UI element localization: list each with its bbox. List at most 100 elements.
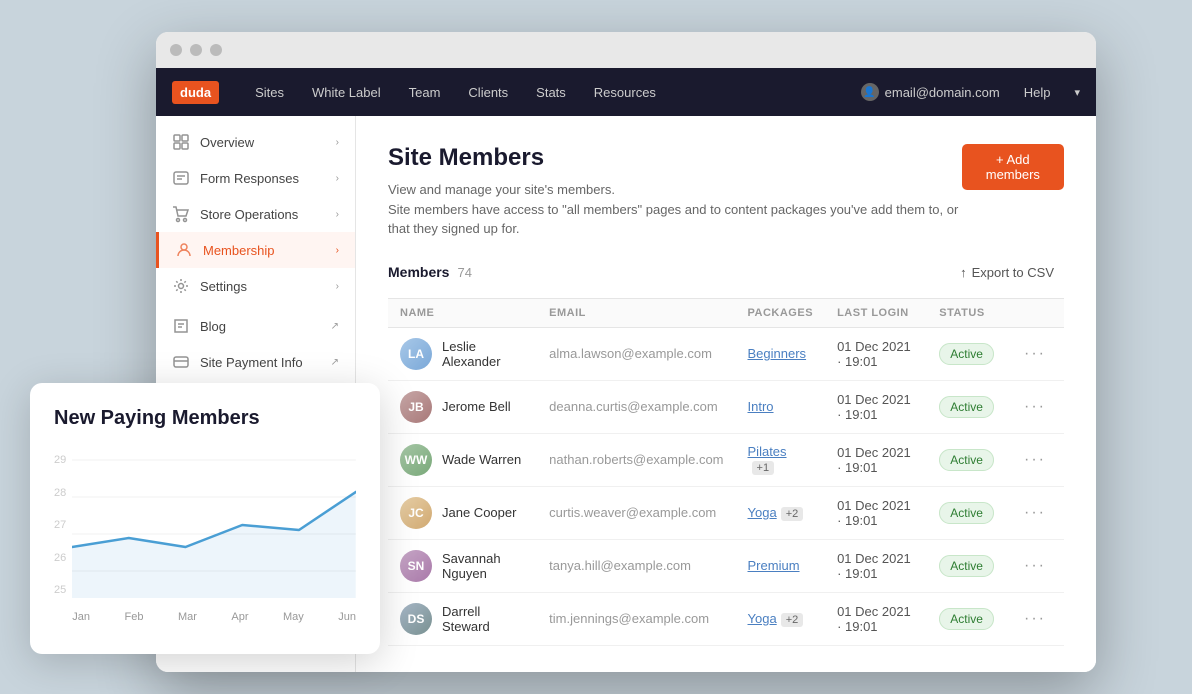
member-name-cell: DS Darrell Steward [400, 603, 525, 635]
avatar: WW [400, 444, 432, 476]
avatar-initials: LA [408, 347, 424, 361]
user-icon: 👤 [861, 83, 879, 101]
package-link[interactable]: Pilates [748, 444, 787, 459]
nav-stats[interactable]: Stats [524, 79, 578, 106]
app-navbar: duda Sites White Label Team Clients Stat… [156, 68, 1096, 116]
nav-help[interactable]: Help [1012, 79, 1063, 106]
y-label-2: 26 [54, 552, 66, 564]
store-icon [172, 205, 190, 223]
nav-right: 👤 email@domain.com Help ▾ [861, 79, 1080, 106]
sidebar-label-store-operations: Store Operations [200, 207, 336, 222]
x-label-jan: Jan [72, 611, 90, 623]
blog-icon [172, 317, 190, 335]
sidebar-item-store-operations[interactable]: Store Operations › [156, 196, 355, 232]
y-label-4: 28 [54, 487, 66, 499]
member-name-cell: JB Jerome Bell [400, 391, 525, 423]
more-options-button[interactable]: ··· [1018, 394, 1052, 419]
table-row: DS Darrell Steward tim.jennings@example.… [388, 592, 1064, 645]
sidebar-item-blog[interactable]: Blog ↗ [156, 308, 355, 344]
sidebar-item-overview[interactable]: Overview › [156, 124, 355, 160]
member-name: Wade Warren [442, 452, 521, 467]
package-link[interactable]: Premium [748, 558, 800, 573]
package-extra: +2 [781, 507, 804, 521]
nav-links: Sites White Label Team Clients Stats Res… [243, 79, 861, 106]
nav-resources[interactable]: Resources [582, 79, 668, 106]
table-row: JB Jerome Bell deanna.curtis@example.com… [388, 380, 1064, 433]
status-badge: Active [939, 608, 994, 630]
table-row: JC Jane Cooper curtis.weaver@example.com… [388, 486, 1064, 539]
member-name-cell: SN Savannah Nguyen [400, 550, 525, 582]
content-area: Site Members View and manage your site's… [356, 116, 1096, 672]
sidebar-label-membership: Membership [203, 243, 336, 258]
nav-user[interactable]: 👤 email@domain.com [861, 83, 1000, 101]
payment-icon [172, 353, 190, 371]
form-responses-icon [172, 169, 190, 187]
col-name: NAME [388, 298, 537, 327]
package-extra: +2 [781, 613, 804, 627]
member-packages: Premium [736, 539, 826, 592]
more-options-button[interactable]: ··· [1018, 553, 1052, 578]
nav-team[interactable]: Team [397, 79, 453, 106]
browser-titlebar [156, 32, 1096, 68]
members-count: 74 [457, 265, 471, 280]
chart-x-labels: Jan Feb Mar Apr May Jun [72, 611, 356, 623]
member-packages: Yoga +2 [736, 486, 826, 539]
member-email: tim.jennings@example.com [537, 592, 735, 645]
member-status: Active [927, 486, 1006, 539]
overview-icon [172, 133, 190, 151]
more-options-button[interactable]: ··· [1018, 500, 1052, 525]
chevron-icon-settings: › [336, 281, 339, 292]
sidebar-item-site-payment-info[interactable]: Site Payment Info ↗ [156, 344, 355, 380]
sidebar-item-form-responses[interactable]: Form Responses › [156, 160, 355, 196]
avatar: LA [400, 338, 432, 370]
package-link[interactable]: Yoga [748, 611, 777, 626]
avatar-initials: JC [408, 506, 423, 520]
member-packages: Beginners [736, 327, 826, 380]
sidebar-label-overview: Overview [200, 135, 336, 150]
member-email: alma.lawson@example.com [537, 327, 735, 380]
x-label-jun: Jun [338, 611, 356, 623]
membership-icon [175, 241, 193, 259]
member-packages: Intro [736, 380, 826, 433]
external-icon-blog: ↗ [331, 321, 339, 332]
avatar-initials: WW [405, 453, 428, 467]
sidebar-item-settings[interactable]: Settings › [156, 268, 355, 304]
browser-dot-red [170, 44, 182, 56]
export-csv-button[interactable]: ↑ Export to CSV [950, 259, 1064, 286]
members-header: Members 74 ↑ Export to CSV [388, 259, 1064, 286]
member-email: nathan.roberts@example.com [537, 433, 735, 486]
sidebar-label-site-payment-info: Site Payment Info [200, 355, 327, 370]
avatar: SN [400, 550, 432, 582]
y-label-5: 29 [54, 454, 66, 466]
add-members-button[interactable]: + Add members [962, 144, 1064, 190]
more-options-button[interactable]: ··· [1018, 606, 1052, 631]
col-status: STATUS [927, 298, 1006, 327]
status-badge: Active [939, 396, 994, 418]
nav-white-label[interactable]: White Label [300, 79, 393, 106]
nav-chevron-icon: ▾ [1074, 86, 1080, 99]
x-label-feb: Feb [124, 611, 143, 623]
more-options-button[interactable]: ··· [1018, 447, 1052, 472]
export-icon: ↑ [960, 265, 967, 280]
page-desc-line1: View and manage your site's members. Sit… [388, 180, 962, 239]
package-link[interactable]: Intro [748, 399, 774, 414]
member-name: Leslie Alexander [442, 339, 525, 369]
col-email: EMAIL [537, 298, 735, 327]
x-label-apr: Apr [231, 611, 248, 623]
package-link[interactable]: Beginners [748, 346, 807, 361]
table-row: WW Wade Warren nathan.roberts@example.co… [388, 433, 1064, 486]
chart-svg [72, 450, 356, 600]
sidebar-label-blog: Blog [200, 319, 327, 334]
add-members-label: + Add members [976, 152, 1050, 182]
nav-clients[interactable]: Clients [456, 79, 520, 106]
member-name: Jane Cooper [442, 505, 516, 520]
package-link[interactable]: Yoga [748, 505, 777, 520]
browser-dot-green [210, 44, 222, 56]
export-label: Export to CSV [972, 265, 1054, 280]
more-options-button[interactable]: ··· [1018, 341, 1052, 366]
member-status: Active [927, 592, 1006, 645]
member-last-login: 01 Dec 2021 · 19:01 [825, 539, 927, 592]
sidebar-label-form-responses: Form Responses [200, 171, 336, 186]
sidebar-item-membership[interactable]: Membership › [156, 232, 355, 268]
nav-sites[interactable]: Sites [243, 79, 296, 106]
